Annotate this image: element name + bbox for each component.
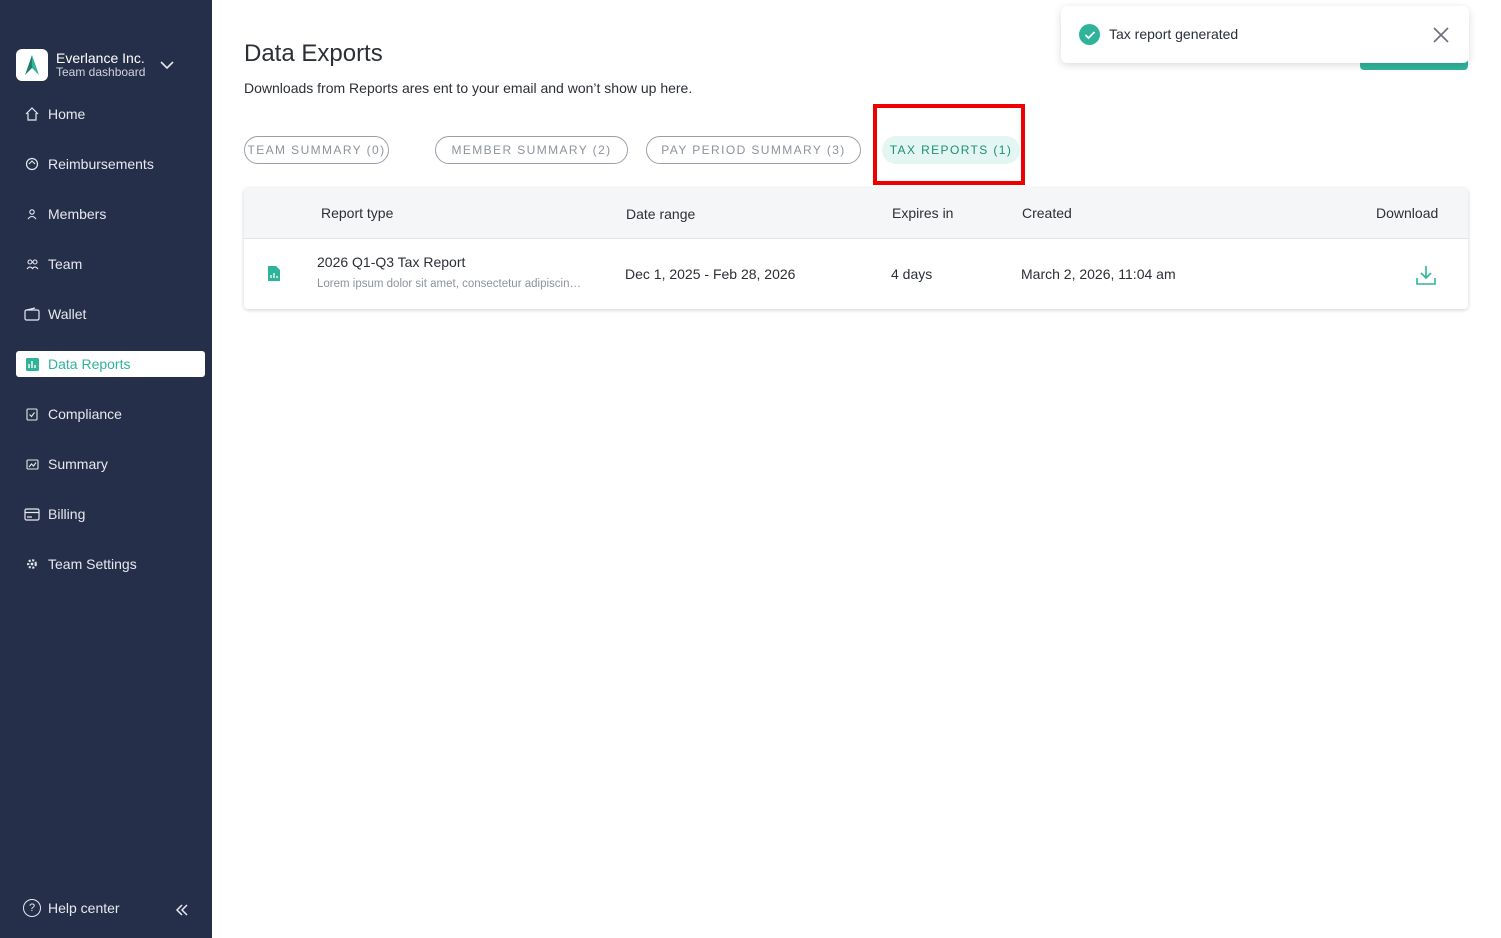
- report-date-range: Dec 1, 2025 - Feb 28, 2026: [625, 266, 796, 282]
- report-expires: 4 days: [891, 266, 933, 282]
- compliance-icon: [23, 405, 41, 423]
- download-icon[interactable]: [1414, 263, 1438, 287]
- team-icon: [23, 255, 41, 273]
- check-circle-icon: [1079, 24, 1100, 45]
- sidebar-item-label: Home: [48, 106, 86, 122]
- report-name: 2026 Q1-Q3 Tax Report: [317, 254, 466, 270]
- column-header-date-range: Date range: [626, 206, 696, 222]
- tab-pay-period-summary[interactable]: PAY PERIOD SUMMARY (3): [646, 136, 861, 164]
- toast-message: Tax report generated: [1109, 26, 1239, 42]
- column-header-created: Created: [1022, 205, 1072, 221]
- sidebar-item-reimbursements[interactable]: Reimbursements: [16, 151, 205, 177]
- chevron-down-icon[interactable]: [159, 57, 175, 73]
- sidebar-item-compliance[interactable]: Compliance: [16, 401, 205, 427]
- org-subtitle: Team dashboard: [56, 65, 146, 80]
- sidebar-item-label: Data Reports: [48, 356, 131, 372]
- data-reports-icon: [23, 355, 41, 373]
- question-icon: ?: [23, 899, 41, 917]
- sidebar-item-summary[interactable]: Summary: [16, 451, 205, 477]
- sidebar: Everlance Inc. Team dashboard Home Reimb…: [0, 0, 212, 938]
- home-icon: [23, 105, 41, 123]
- highlight-box: [873, 104, 1025, 185]
- billing-icon: [23, 505, 41, 523]
- summary-icon: [23, 455, 41, 473]
- reimbursements-icon: [23, 155, 41, 173]
- table-header: Report type Date range Expires in Create…: [244, 188, 1468, 239]
- spreadsheet-file-icon: [268, 266, 280, 281]
- sidebar-item-wallet[interactable]: Wallet: [16, 301, 205, 327]
- sidebar-item-members[interactable]: Members: [16, 201, 205, 227]
- sidebar-item-data-reports[interactable]: Data Reports: [16, 351, 205, 377]
- wallet-icon: [23, 305, 41, 323]
- sidebar-item-team[interactable]: Team: [16, 251, 205, 277]
- org-name: Everlance Inc.: [56, 50, 145, 67]
- column-header-report-type: Report type: [321, 205, 394, 221]
- org-logo: [16, 49, 48, 81]
- reports-table: Report type Date range Expires in Create…: [244, 188, 1468, 309]
- sidebar-item-label: Compliance: [48, 406, 122, 422]
- sidebar-item-team-settings[interactable]: Team Settings: [16, 551, 205, 577]
- report-created: March 2, 2026, 11:04 am: [1021, 266, 1176, 282]
- tab-team-summary[interactable]: TEAM SUMMARY (0): [244, 136, 389, 164]
- report-description: Lorem ipsum dolor sit amet, consectetur …: [317, 278, 582, 290]
- sidebar-item-label: Billing: [48, 506, 86, 522]
- sidebar-item-label: Team: [48, 256, 83, 272]
- column-header-expires: Expires in: [892, 205, 954, 221]
- column-header-download: Download: [1376, 205, 1439, 221]
- toast-notification: Tax report generated: [1061, 6, 1469, 63]
- sidebar-item-billing[interactable]: Billing: [16, 501, 205, 527]
- sidebar-item-label: Team Settings: [48, 556, 137, 572]
- sidebar-item-label: Members: [48, 206, 107, 222]
- org-switcher[interactable]: Everlance Inc. Team dashboard: [16, 47, 196, 83]
- gear-icon: [23, 555, 41, 573]
- page-subtitle: Downloads from Reports ares ent to your …: [244, 80, 693, 96]
- help-center-link[interactable]: ? Help center: [23, 899, 120, 917]
- member-icon: [23, 205, 41, 223]
- sidebar-item-label: Summary: [48, 456, 108, 472]
- page-title: Data Exports: [244, 40, 383, 67]
- close-icon[interactable]: [1432, 26, 1450, 44]
- sidebar-item-home[interactable]: Home: [16, 101, 205, 127]
- help-center-label: Help center: [48, 900, 120, 916]
- collapse-sidebar-icon[interactable]: [174, 902, 190, 918]
- tab-member-summary[interactable]: MEMBER SUMMARY (2): [435, 136, 628, 164]
- sidebar-nav: Home Reimbursements Members Team Wallet …: [16, 101, 205, 601]
- sidebar-item-label: Reimbursements: [48, 156, 154, 172]
- sidebar-item-label: Wallet: [48, 306, 87, 322]
